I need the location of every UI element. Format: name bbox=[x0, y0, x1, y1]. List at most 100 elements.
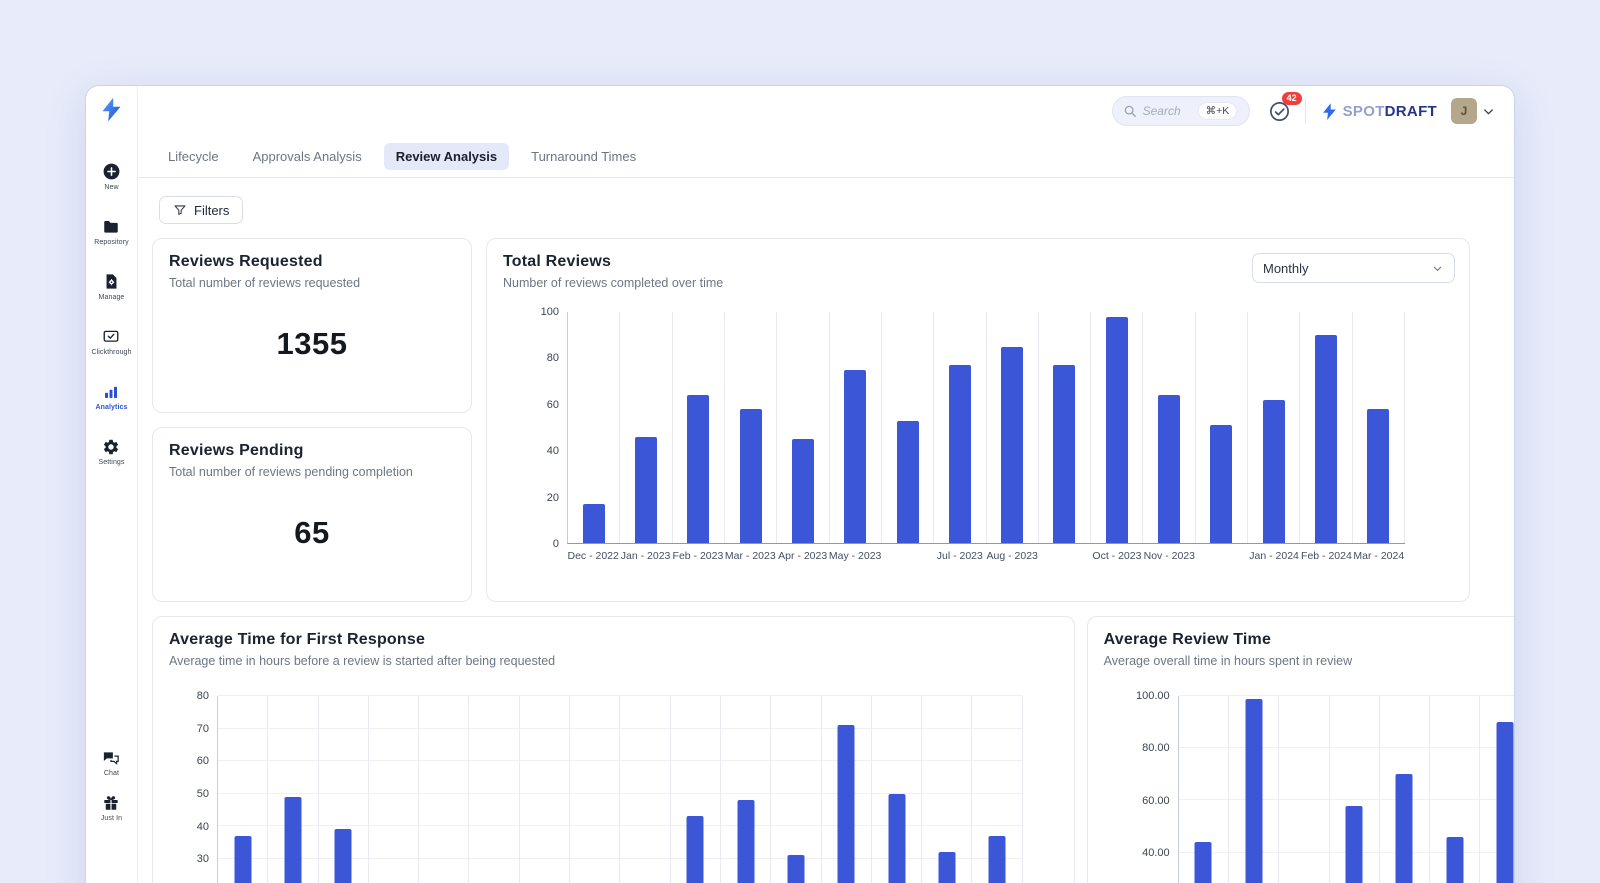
y-axis-label: 30 bbox=[185, 853, 209, 865]
plot-area bbox=[1178, 696, 1514, 883]
spotdraft-brand[interactable]: SPOTDRAFT bbox=[1320, 102, 1437, 121]
reviews-pending-card: Reviews Pending Total number of reviews … bbox=[152, 427, 472, 602]
notifications-button[interactable]: 42 bbox=[1268, 100, 1291, 123]
bar bbox=[949, 365, 971, 543]
desktop-background: New Repository Manage Clickthrough Analytics… bbox=[0, 0, 1600, 883]
chart-slot bbox=[319, 696, 369, 883]
bar bbox=[1158, 395, 1180, 543]
bar bbox=[1053, 365, 1075, 543]
content: Filters Reviews Requested Total number o… bbox=[138, 178, 1514, 883]
funnel-icon bbox=[173, 203, 187, 217]
card-subtitle: Average time in hours before a review is… bbox=[169, 654, 1058, 668]
sidebar-item-label: Settings bbox=[98, 459, 124, 466]
x-axis-label: Apr - 2023 bbox=[777, 550, 829, 562]
chart-slot bbox=[1380, 696, 1430, 883]
bar bbox=[1367, 409, 1389, 543]
bar bbox=[989, 836, 1006, 883]
app-window: New Repository Manage Clickthrough Analytics… bbox=[85, 85, 1515, 883]
x-axis-label: May - 2023 bbox=[829, 550, 881, 562]
x-axis-label: Aug - 2023 bbox=[986, 550, 1038, 562]
sidebar-item-new[interactable]: New bbox=[102, 162, 121, 191]
user-menu[interactable]: J bbox=[1451, 98, 1496, 124]
x-axis-label bbox=[881, 550, 933, 562]
chart-slot bbox=[469, 696, 519, 883]
sidebar-nav: New Repository Manage Clickthrough Analytics… bbox=[91, 162, 131, 492]
y-axis-label: 80.00 bbox=[1124, 742, 1170, 754]
y-axis-label: 40 bbox=[185, 821, 209, 833]
y-axis-label: 60 bbox=[531, 399, 559, 411]
x-axis-label bbox=[1196, 550, 1248, 562]
chart-slot bbox=[620, 312, 672, 543]
tab-lifecycle[interactable]: Lifecycle bbox=[156, 143, 231, 170]
chevron-down-icon bbox=[1481, 104, 1496, 119]
chart-slot bbox=[882, 312, 934, 543]
chevron-down-icon bbox=[1431, 262, 1444, 275]
folder-icon bbox=[102, 217, 120, 236]
chart-slot bbox=[725, 312, 777, 543]
sidebar-item-settings[interactable]: Settings bbox=[98, 437, 124, 466]
chart-slot bbox=[570, 696, 620, 883]
sidebar-item-manage[interactable]: Manage bbox=[99, 272, 125, 301]
chart-slot bbox=[830, 312, 882, 543]
chart-slot bbox=[922, 696, 972, 883]
y-axis-label: 60 bbox=[185, 755, 209, 767]
search-field[interactable] bbox=[1143, 104, 1193, 118]
plot-area bbox=[217, 696, 1023, 883]
chart-slot bbox=[671, 696, 721, 883]
spotdraft-logo-icon[interactable] bbox=[98, 96, 125, 128]
x-axis-label: Feb - 2024 bbox=[1300, 550, 1352, 562]
chart-slot bbox=[1248, 312, 1300, 543]
chart-slot bbox=[520, 696, 570, 883]
tab-review-analysis[interactable]: Review Analysis bbox=[384, 143, 509, 170]
sidebar-item-analytics[interactable]: Analytics bbox=[95, 382, 127, 411]
y-axis-label: 80 bbox=[531, 352, 559, 364]
y-axis-label: 60.00 bbox=[1124, 795, 1170, 807]
search-input[interactable]: ⌘+K bbox=[1112, 96, 1250, 126]
chart-slot bbox=[771, 696, 821, 883]
x-axis: Dec - 2022Jan - 2023Feb - 2023Mar - 2023… bbox=[567, 550, 1405, 562]
sidebar-item-just-in[interactable]: Just In bbox=[101, 793, 122, 822]
gift-icon bbox=[102, 793, 120, 812]
y-axis: 020406080100 bbox=[531, 312, 559, 544]
x-axis-label: Jan - 2023 bbox=[619, 550, 671, 562]
chart-slot bbox=[1229, 696, 1279, 883]
x-axis-label: Mar - 2023 bbox=[724, 550, 776, 562]
chart-slot bbox=[1330, 696, 1380, 883]
notification-count-badge: 42 bbox=[1282, 92, 1302, 105]
chart-slot bbox=[822, 696, 872, 883]
chart-slot bbox=[419, 696, 469, 883]
topbar-divider bbox=[1305, 98, 1306, 124]
sidebar-item-repository[interactable]: Repository bbox=[94, 217, 128, 246]
avg-first-response-chart: 01020304050607080 Dec - 2022Jan - 2023Fe… bbox=[169, 696, 1058, 883]
search-icon bbox=[1123, 104, 1137, 118]
chart-slot bbox=[972, 696, 1022, 883]
sidebar-item-chat[interactable]: Chat bbox=[102, 748, 120, 777]
sidebar-item-label: New bbox=[104, 184, 118, 191]
y-axis-label: 0 bbox=[531, 538, 559, 550]
chart-slot bbox=[369, 696, 419, 883]
period-select-value: Monthly bbox=[1263, 261, 1309, 276]
x-axis-label: Nov - 2023 bbox=[1143, 550, 1195, 562]
chart-slot bbox=[1279, 696, 1329, 883]
tab-turnaround-times[interactable]: Turnaround Times bbox=[519, 143, 648, 170]
gear-icon bbox=[102, 437, 120, 456]
sidebar-item-label: Chat bbox=[104, 770, 119, 777]
plot-area bbox=[567, 312, 1405, 544]
y-axis-label: 80 bbox=[185, 690, 209, 702]
x-axis-label: Mar - 2024 bbox=[1353, 550, 1405, 562]
bar bbox=[737, 800, 754, 883]
y-axis: 01020304050607080 bbox=[185, 696, 209, 883]
main-area: ⌘+K 42 SPOTDRAFT J bbox=[138, 86, 1514, 883]
card-title: Reviews Requested bbox=[169, 253, 455, 271]
period-select[interactable]: Monthly bbox=[1252, 253, 1455, 283]
bar bbox=[1315, 335, 1337, 543]
sidebar-item-clickthrough[interactable]: Clickthrough bbox=[91, 327, 131, 356]
total-reviews-card: Total Reviews Number of reviews complete… bbox=[486, 238, 1470, 602]
y-axis: 0.0020.0040.0060.0080.00100.00 bbox=[1124, 696, 1170, 883]
tab-approvals-analysis[interactable]: Approvals Analysis bbox=[241, 143, 374, 170]
chart-slot bbox=[673, 312, 725, 543]
card-title: Reviews Pending bbox=[169, 442, 455, 460]
chart-slot bbox=[777, 312, 829, 543]
filters-button[interactable]: Filters bbox=[159, 196, 243, 224]
chart-slot bbox=[1300, 312, 1352, 543]
